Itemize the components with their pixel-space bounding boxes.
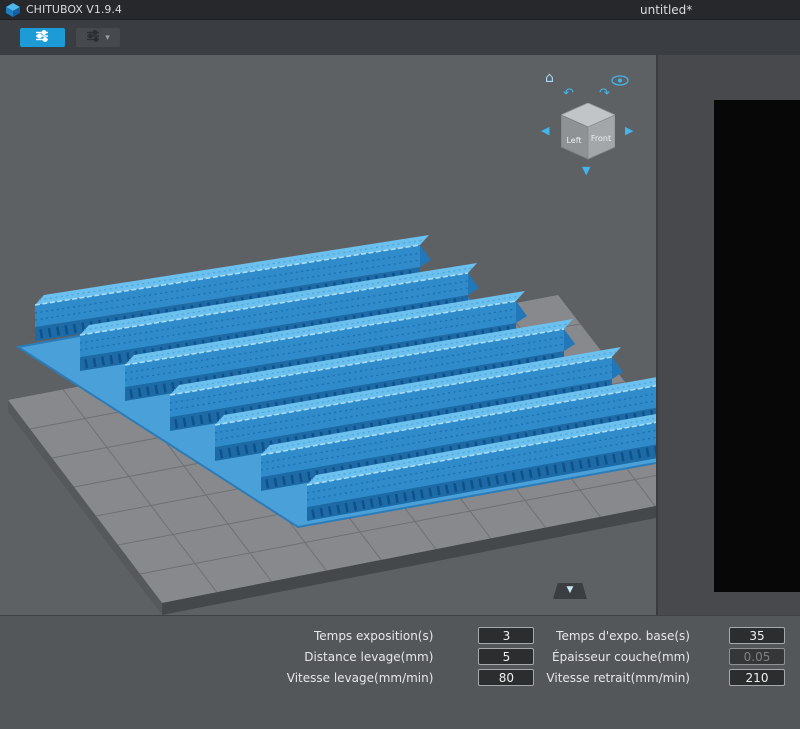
input-bottom-exposure[interactable]: [729, 627, 785, 644]
chevron-down-icon: ▾: [105, 32, 110, 42]
collapse-panel-tab[interactable]: ▼: [553, 583, 587, 599]
eye-icon[interactable]: [611, 73, 629, 89]
label-bottom-exposure: Temps d'expo. base(s): [556, 628, 690, 643]
input-retract-speed[interactable]: [729, 669, 785, 686]
settings-dropdown-button[interactable]: ▾: [76, 28, 120, 47]
app-logo-icon: [6, 2, 20, 17]
printer-preview-panel: [658, 55, 800, 615]
toolbar: ▾: [0, 21, 800, 55]
sliders-icon: [86, 30, 101, 45]
printer-screen-preview: [714, 100, 800, 592]
document-title: untitled*: [640, 3, 693, 17]
label-retract-speed: Vitesse retrait(mm/min): [546, 670, 690, 685]
rotate-view-left-icon[interactable]: ◀: [541, 125, 549, 136]
settings-form: Temps exposition(s) Temps d'expo. base(s…: [275, 627, 785, 686]
input-exposure-time[interactable]: [478, 627, 535, 644]
input-lift-distance[interactable]: [478, 648, 535, 665]
input-lift-speed[interactable]: [478, 669, 535, 686]
label-exposure-time: Temps exposition(s): [313, 628, 434, 643]
print-settings-panel: Temps exposition(s) Temps d'expo. base(s…: [0, 615, 800, 729]
view-navigation-gizmo: ⌂ ↶ ↷ ◀ ▶ ▼ Left Front: [535, 63, 641, 181]
cube-face-front-label: Front: [591, 134, 611, 143]
rotate-view-right-icon[interactable]: ▶: [625, 125, 633, 136]
rotate-right-icon[interactable]: ↷: [599, 87, 610, 100]
orientation-cube[interactable]: Left Front: [560, 102, 616, 167]
cube-face-left-label: Left: [566, 136, 581, 145]
print-settings-button[interactable]: [20, 28, 65, 47]
viewport-3d-canvas[interactable]: ⌂ ↶ ↷ ◀ ▶ ▼ Left Front ▼: [0, 55, 656, 615]
label-lift-speed: Vitesse levage(mm/min): [286, 670, 434, 685]
app-title: CHITUBOX V1.9.4: [26, 3, 122, 16]
label-lift-distance: Distance levage(mm): [304, 649, 434, 664]
input-layer-height: [729, 648, 785, 665]
sliders-icon: [35, 30, 50, 45]
title-bar: CHITUBOX V1.9.4 untitled*: [0, 0, 800, 20]
label-layer-height: Épaisseur couche(mm): [552, 649, 690, 664]
rotate-left-icon[interactable]: ↶: [563, 87, 574, 100]
home-view-icon[interactable]: ⌂: [545, 71, 554, 85]
collapse-arrow-icon: ▼: [566, 585, 574, 595]
